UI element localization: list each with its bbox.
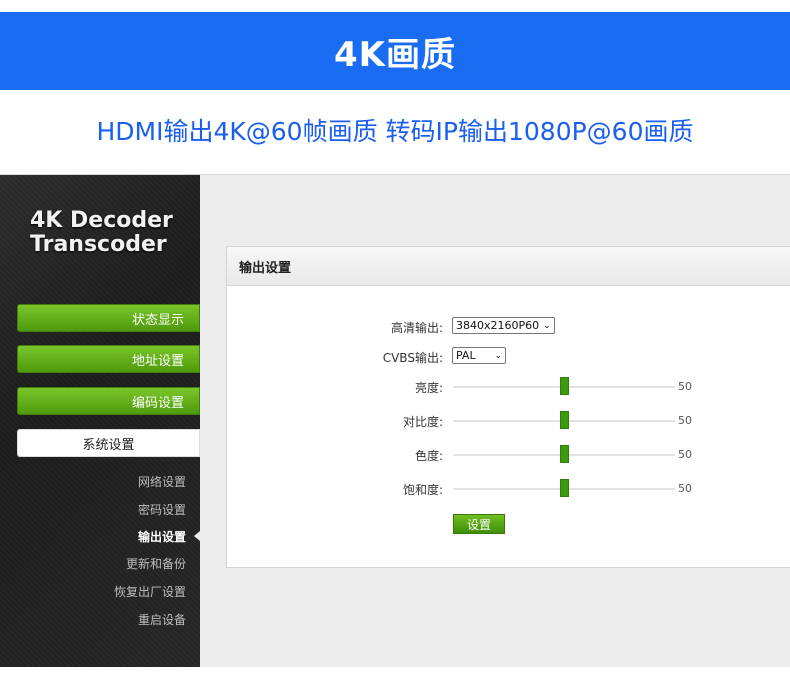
brightness-value: 50 <box>678 380 692 393</box>
banner-title: 4K画质 <box>333 34 456 75</box>
saturation-row: 饱和度: 50 <box>227 479 790 499</box>
cvbs-output-select[interactable]: PAL ⌄ <box>452 347 506 364</box>
subnav-update-backup[interactable]: 更新和备份 <box>126 555 186 572</box>
brightness-slider-handle[interactable] <box>559 377 569 395</box>
hue-label: 色度: <box>414 449 443 463</box>
contrast-label: 对比度: <box>402 415 443 429</box>
hd-output-select[interactable]: 3840x2160P60 ⌄ <box>452 317 555 334</box>
nav-status-button[interactable]: 状态显示 <box>17 304 200 332</box>
nav-encode-button[interactable]: 编码设置 <box>17 387 200 415</box>
web-ui-screenshot: 4K Decoder Transcoder 状态显示 地址设置 编码设置 系统设… <box>0 174 790 667</box>
cvbs-output-value: PAL <box>456 349 476 362</box>
feature-subtitle: HDMI输出4K@60帧画质 转码IP输出1080P@60画质 <box>96 117 694 146</box>
cvbs-output-label: CVBS输出: <box>382 351 443 365</box>
nav-system-button[interactable]: 系统设置 <box>17 429 200 457</box>
hd-output-row: 高清输出: 3840x2160P60 ⌄ <box>227 317 790 337</box>
hd-output-value: 3840x2160P60 <box>456 319 540 332</box>
nav-address-button[interactable]: 地址设置 <box>17 345 200 373</box>
contrast-value: 50 <box>678 414 692 427</box>
subnav-password[interactable]: 密码设置 <box>138 501 186 518</box>
subnav-factory-reset[interactable]: 恢复出厂设置 <box>114 583 186 600</box>
app-logo: 4K Decoder Transcoder <box>30 209 173 257</box>
logo-line-2: Transcoder <box>30 232 167 257</box>
chevron-down-icon: ⌄ <box>543 320 551 331</box>
hue-slider-handle[interactable] <box>559 445 569 463</box>
saturation-label: 饱和度: <box>402 483 443 497</box>
title-banner: 4K画质 <box>0 12 790 90</box>
sidebar: 4K Decoder Transcoder 状态显示 地址设置 编码设置 系统设… <box>0 175 200 667</box>
contrast-slider-handle[interactable] <box>559 411 569 429</box>
apply-settings-button[interactable]: 设置 <box>453 514 505 534</box>
contrast-row: 对比度: 50 <box>227 411 790 431</box>
subnav-network[interactable]: 网络设置 <box>138 473 186 490</box>
saturation-slider-handle[interactable] <box>559 479 569 497</box>
hue-value: 50 <box>678 448 692 461</box>
output-settings-panel: 输出设置 高清输出: 3840x2160P60 ⌄ CVBS输出: PAL ⌄ … <box>226 246 790 568</box>
panel-title: 输出设置 <box>227 247 790 286</box>
current-item-arrow-icon <box>194 531 200 541</box>
brightness-row: 亮度: 50 <box>227 377 790 397</box>
hd-output-label: 高清输出: <box>390 321 443 335</box>
cvbs-output-row: CVBS输出: PAL ⌄ <box>227 347 790 367</box>
brightness-label: 亮度: <box>414 381 443 395</box>
hue-row: 色度: 50 <box>227 445 790 465</box>
subnav-output[interactable]: 输出设置 <box>138 528 186 545</box>
chevron-down-icon: ⌄ <box>494 350 502 361</box>
logo-line-1: 4K Decoder <box>30 208 173 233</box>
saturation-value: 50 <box>678 482 692 495</box>
subnav-reboot[interactable]: 重启设备 <box>138 611 186 628</box>
